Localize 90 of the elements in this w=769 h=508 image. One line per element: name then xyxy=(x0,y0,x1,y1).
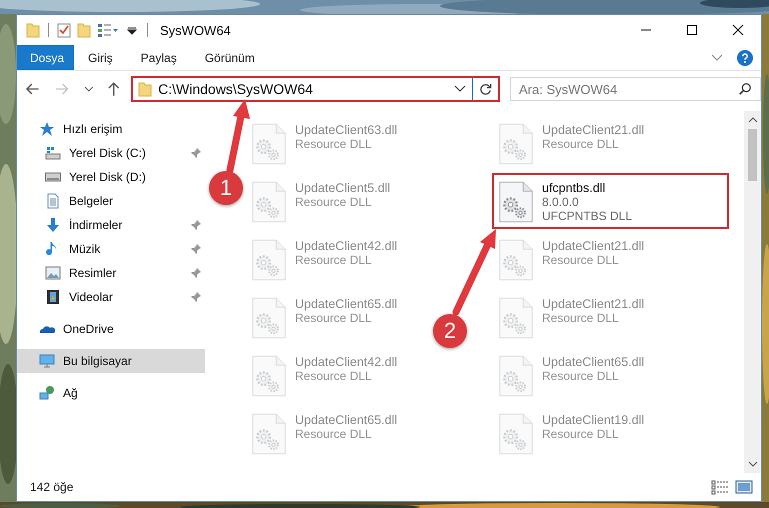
window-title: SysWOW64 xyxy=(160,22,231,38)
ribbon-tab[interactable]: Görünüm xyxy=(190,45,269,70)
pin-icon[interactable] xyxy=(190,147,202,159)
scrollbar[interactable] xyxy=(744,111,761,473)
search-icon xyxy=(738,82,752,96)
file-name: UpdateClient5.dll xyxy=(295,181,390,195)
sidebar-item[interactable]: Yerel Disk (D:) xyxy=(17,165,205,189)
large-icons-view-icon[interactable] xyxy=(735,479,753,495)
details-view-icon[interactable] xyxy=(711,479,729,495)
file-name: UpdateClient21.dll xyxy=(542,123,644,137)
gear-file-icon xyxy=(498,411,534,457)
pin-icon[interactable] xyxy=(190,219,202,231)
gear-file-icon xyxy=(251,121,287,167)
file-type: Resource DLL xyxy=(295,427,373,441)
gear-file-icon xyxy=(251,237,287,283)
monitor-icon xyxy=(39,353,55,369)
item-count: 142 öğe xyxy=(30,480,74,494)
file-name: UpdateClient63.dll xyxy=(295,123,398,137)
scroll-down-icon[interactable] xyxy=(748,460,758,468)
up-icon[interactable] xyxy=(106,81,122,97)
scroll-up-icon[interactable] xyxy=(748,116,758,124)
network-icon xyxy=(39,385,55,401)
file-type: Resource DLL xyxy=(295,369,373,383)
file-name: UpdateClient42.dll xyxy=(295,239,398,253)
file-name: UpdateClient42.dll xyxy=(295,355,398,369)
recent-locations-icon[interactable] xyxy=(84,85,94,93)
gear-file-icon xyxy=(251,295,287,341)
pin-icon[interactable] xyxy=(190,243,202,255)
pin-icon[interactable] xyxy=(190,267,202,279)
star-icon xyxy=(39,121,55,137)
file-type: Resource DLL xyxy=(295,195,373,209)
folder-icon xyxy=(138,81,152,97)
picture-icon xyxy=(45,265,61,281)
sidebar-item[interactable]: İndirmeler xyxy=(17,213,205,237)
sidebar-item[interactable]: OneDrive xyxy=(17,317,205,341)
file-name: UpdateClient65.dll xyxy=(542,355,644,369)
gear-file-icon xyxy=(498,295,534,341)
gear-file-icon xyxy=(251,353,287,399)
file-name: UpdateClient65.dll xyxy=(295,413,398,427)
ribbon-tab[interactable]: Giriş xyxy=(74,45,127,70)
sidebar-item[interactable]: Resimler xyxy=(17,261,205,285)
sidebar-item[interactable]: Videolar xyxy=(17,285,205,309)
sidebar-item[interactable]: Ağ xyxy=(17,381,205,405)
file-name: UpdateClient19.dll xyxy=(542,413,644,427)
file-version: 8.0.0.0 xyxy=(542,195,580,209)
expand-ribbon-icon[interactable] xyxy=(711,54,723,62)
file-menu-tab[interactable]: Dosya xyxy=(17,45,74,70)
sidebar-item[interactable]: Yerel Disk (C:) xyxy=(17,141,205,165)
sidebar-item[interactable]: Hızlı erişim xyxy=(17,117,205,141)
gear-file-icon xyxy=(498,353,534,399)
file-type: UFCPNTBS DLL xyxy=(542,209,632,223)
view-menu-icon[interactable] xyxy=(97,22,119,38)
gear-file-icon xyxy=(498,121,534,167)
address-path: C:\Windows\SysWOW64 xyxy=(158,81,314,97)
properties-icon[interactable] xyxy=(57,22,71,38)
document-icon xyxy=(45,193,61,209)
drive-icon xyxy=(45,145,61,161)
ribbon-tab[interactable]: Paylaş xyxy=(126,45,191,70)
download-arrow-icon xyxy=(45,217,61,233)
file-name: UpdateClient21.dll xyxy=(542,297,644,311)
sidebar-item[interactable]: Müzik xyxy=(17,237,205,261)
gear-file-icon xyxy=(498,179,534,225)
file-name: UpdateClient21.dll xyxy=(542,239,644,253)
file-type: Resource DLL xyxy=(542,137,620,151)
maximize-icon xyxy=(686,24,698,36)
sidebar-item[interactable]: Belgeler xyxy=(17,189,205,213)
close-icon xyxy=(732,24,744,36)
gear-file-icon xyxy=(251,411,287,457)
gear-file-icon xyxy=(498,237,534,283)
back-icon[interactable] xyxy=(25,81,40,97)
file-item[interactable]: ufcpntbs.dll 8.0.0.0 UFCPNTBS DLL xyxy=(492,173,729,229)
file-type: Resource DLL xyxy=(542,253,620,267)
file-name: UpdateClient65.dll xyxy=(295,297,398,311)
pin-icon[interactable] xyxy=(190,291,202,303)
file-name: ufcpntbs.dll xyxy=(542,181,606,195)
gear-file-icon xyxy=(251,179,287,225)
film-icon xyxy=(45,289,61,305)
help-icon[interactable] xyxy=(737,50,753,66)
file-type: Resource DLL xyxy=(542,369,620,383)
file-type: Resource DLL xyxy=(295,137,373,151)
file-type: Resource DLL xyxy=(295,311,373,325)
address-bar[interactable]: C:\Windows\SysWOW64 xyxy=(131,76,500,102)
refresh-icon[interactable] xyxy=(478,82,493,96)
address-dropdown-icon[interactable] xyxy=(454,85,466,93)
scrollbar-thumb[interactable] xyxy=(748,129,757,181)
sidebar-item[interactable]: Bu bilgisayar xyxy=(17,349,205,373)
file-type: Resource DLL xyxy=(295,253,373,267)
search-field[interactable]: Ara: SysWOW64 xyxy=(510,77,761,101)
file-type: Resource DLL xyxy=(542,427,620,441)
file-type: Resource DLL xyxy=(542,311,620,325)
